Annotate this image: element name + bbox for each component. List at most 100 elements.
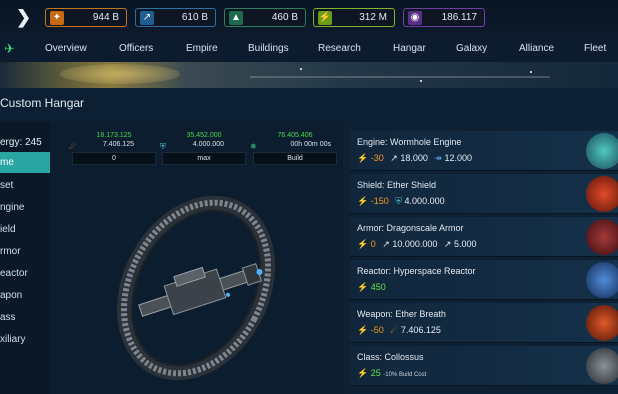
header-banner [0, 62, 618, 88]
nav-alliance[interactable]: Alliance [519, 43, 554, 54]
sidebar-item-armor[interactable]: rmor [0, 241, 50, 262]
sidebar-item-shield[interactable]: ield [0, 219, 50, 240]
resource-value: 610 B [181, 12, 208, 23]
resource-value: 186.117 [441, 12, 477, 23]
nav-fleet[interactable]: Fleet [584, 43, 606, 54]
main-nav: ✈ Overview Officers Empire Buildings Res… [0, 36, 618, 62]
quantity-input[interactable]: 0 [72, 152, 156, 165]
component-name: Engine: Wormhole Engine [357, 137, 462, 147]
stat-a: 7.406.125 [400, 325, 441, 335]
sidebar-item-engine[interactable]: ngine [0, 197, 50, 218]
speed-icon: ✵ [250, 142, 257, 151]
energy-value: -50 [370, 325, 384, 335]
chevron-right-icon[interactable]: ❯ [16, 8, 31, 26]
gas-icon: ▲ [229, 11, 243, 25]
plane-icon[interactable]: ✈ [4, 41, 15, 57]
component-stats: ⚡ 25 -10% Build Cost [357, 368, 426, 379]
resource-value: 312 M [359, 12, 387, 23]
sidebar-item-preset[interactable]: set [0, 175, 50, 196]
component-stats: ⚡ 0 ↗ 10.000.000 ↗ 5.000 [357, 239, 476, 250]
stat-speed: 76.405.406 ✵ 00h 00m 00s Build [250, 132, 337, 165]
nav-empire[interactable]: Empire [186, 43, 218, 54]
component-name: Class: Collossus [357, 352, 424, 362]
sidebar-item-name[interactable]: me [0, 152, 50, 173]
component-weapon[interactable]: Weapon: Ether Breath ⚡ -50 ☄ 7.406.125 [350, 303, 618, 343]
nav-overview[interactable]: Overview [45, 43, 87, 54]
stat-a: 10.000.000 [392, 239, 438, 249]
stat-b: 5.000 [453, 239, 477, 249]
class-thumbnail [586, 348, 618, 384]
nav-galaxy[interactable]: Galaxy [456, 43, 487, 54]
ship-image [117, 195, 275, 381]
shield-icon: ⛨ [395, 196, 403, 206]
shield-icon: ⛨ [160, 142, 166, 151]
armor-thumbnail [586, 219, 618, 255]
energy-value: 450 [370, 282, 386, 292]
component-name: Shield: Ether Shield [357, 180, 437, 190]
component-reactor[interactable]: Reactor: Hyperspace Reactor ⚡ 450 [350, 260, 618, 300]
energy-value: -30 [370, 153, 384, 163]
energy-label: ergy: 245 [0, 137, 42, 148]
build-time: 00h 00m 00s [290, 141, 331, 148]
resource-dark-matter[interactable]: ◉ 186.117 [403, 8, 485, 27]
bonus-note: -10% Build Cost [383, 372, 427, 378]
max-button[interactable]: max [162, 152, 246, 165]
engine-thumbnail [586, 133, 618, 169]
stat-value: 4.000.000 [192, 141, 224, 148]
crystal-icon: ↗ [140, 11, 154, 25]
resource-value: 944 B [92, 12, 119, 23]
stat-total: 35.452.000 [186, 132, 222, 139]
component-armor[interactable]: Armor: Dragonscale Armor ⚡ 0 ↗ 10.000.00… [350, 217, 618, 257]
stat-a: 18.000 [400, 153, 428, 163]
energy-icon: ⚡ [357, 325, 369, 335]
component-engine[interactable]: Engine: Wormhole Engine ⚡ -30 ↗ 18.000 ↠… [350, 131, 618, 171]
stat-total: 76.405.406 [277, 132, 313, 139]
stat-value: 7.406.125 [102, 141, 134, 148]
sidebar-item-weapon[interactable]: apon [0, 285, 50, 306]
resource-bar: ❯ ✦ 944 B ↗ 610 B ▲ 460 B ⚡ 312 M ◉ 186.… [0, 0, 618, 36]
nav-buildings[interactable]: Buildings [248, 43, 289, 54]
resource-crystal[interactable]: ↗ 610 B [135, 8, 216, 27]
build-button[interactable]: Build [253, 152, 337, 165]
dark-matter-icon: ◉ [408, 11, 422, 25]
nav-hangar[interactable]: Hangar [393, 43, 426, 54]
fuel-icon: ↗ [390, 153, 398, 163]
component-name: Reactor: Hyperspace Reactor [357, 266, 476, 276]
attack-icon: ☄ [390, 325, 399, 335]
stat-attack: 18.173.125 ☄ 7.406.125 0 [69, 132, 156, 165]
nav-officers[interactable]: Officers [119, 43, 153, 54]
page-title: Custom Hangar [0, 96, 85, 110]
reactor-thumbnail [586, 262, 618, 298]
sidebar-item-class[interactable]: ass [0, 307, 50, 328]
energy-value: -150 [370, 196, 389, 206]
armor-icon: ↗ [382, 239, 390, 249]
energy-icon: ⚡ [357, 282, 369, 292]
sidebar-item-reactor[interactable]: eactor [0, 263, 50, 284]
resource-ore[interactable]: ✦ 944 B [45, 8, 127, 27]
energy-icon: ⚡ [357, 196, 369, 206]
component-stats: ⚡ 450 [357, 282, 386, 293]
component-stats: ⚡ -50 ☄ 7.406.125 [357, 325, 441, 336]
energy-icon: ⚡ [357, 153, 369, 163]
stat-shield: 35.452.000 ⛨ 4.000.000 max [160, 132, 246, 165]
ore-icon: ✦ [50, 11, 64, 25]
resource-value: 460 B [271, 12, 298, 23]
component-shield[interactable]: Shield: Ether Shield ⚡ -150 ⛨ 4.000.000 [350, 174, 618, 214]
resource-energy[interactable]: ⚡ 312 M [313, 8, 395, 27]
resource-gas[interactable]: ▲ 460 B [224, 8, 306, 27]
energy-icon: ⚡ [357, 368, 369, 378]
shield-thumbnail [586, 176, 618, 212]
weapon-thumbnail [586, 305, 618, 341]
attack-icon: ☄ [69, 142, 77, 151]
component-class[interactable]: Class: Collossus ⚡ 25 -10% Build Cost [350, 346, 618, 386]
stat-b: 12.000 [444, 153, 472, 163]
energy-icon: ⚡ [318, 11, 332, 25]
component-stats: ⚡ -150 ⛨ 4.000.000 [357, 196, 445, 207]
nav-research[interactable]: Research [318, 43, 361, 54]
mass-icon: ↗ [443, 239, 452, 249]
component-name: Weapon: Ether Breath [357, 309, 446, 319]
stat-a: 4.000.000 [404, 196, 445, 206]
energy-icon: ⚡ [357, 239, 369, 249]
sidebar-item-auxiliary[interactable]: xiliary [0, 329, 50, 350]
energy-value: 25 [370, 368, 381, 378]
